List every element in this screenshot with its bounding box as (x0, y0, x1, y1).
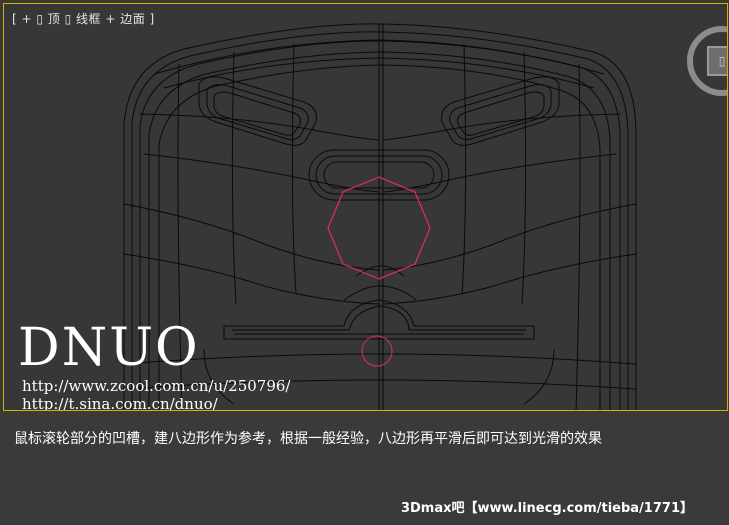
watermark-url-zcool: http://www.zcool.com.cn/u/250796/ (22, 377, 291, 395)
viewport-label[interactable]: [ + ▯ 顶 ▯ 线框 + 边面 ] (12, 10, 155, 27)
watermark-brand: DNUO (18, 318, 200, 378)
viewport-top-wireframe[interactable]: [ + ▯ 顶 ▯ 线框 + 边面 ] ▯ DNUO http://www.zc… (3, 3, 728, 411)
tutorial-caption: 鼠标滚轮部分的凹槽，建八边形作为参考，根据一般经验，八边形再平滑后即可达到光滑的… (14, 431, 602, 447)
viewcube-face[interactable]: ▯ (707, 46, 727, 76)
footer-credit: 3Dmax吧【www.linecg.com/tieba/1771】 (400, 501, 693, 516)
watermark-url-sina: http://t.sina.com.cn/dnuo/ (22, 395, 218, 411)
